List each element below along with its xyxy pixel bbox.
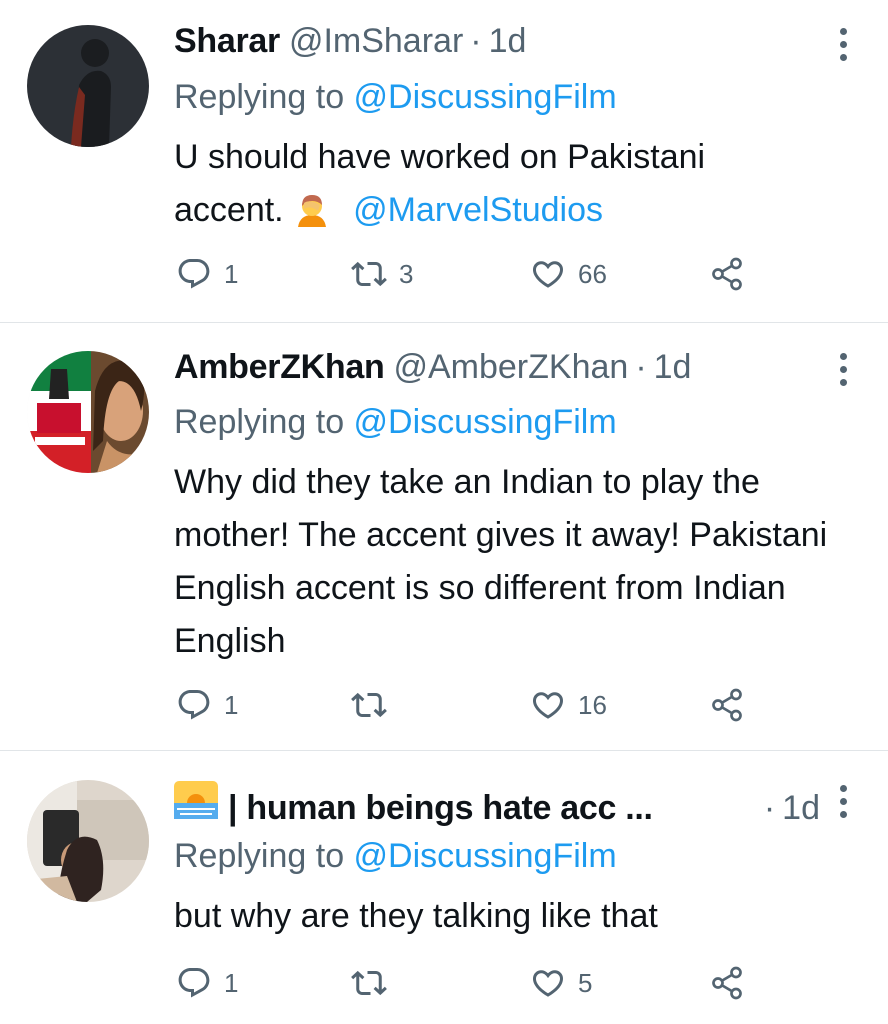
reply-icon [178,259,210,289]
tweet-text: U should have worked on Pakistani accent… [174,131,864,237]
share-button[interactable] [709,965,745,1001]
like-count: 66 [578,258,607,289]
tweet-header: | human beings hate acc ... · 1d [174,781,820,827]
like-button[interactable]: 66 [530,256,607,292]
reply-button[interactable]: 1 [176,687,238,723]
retweet-count: 3 [399,258,414,289]
share-icon [712,688,742,722]
tweet-header: AmberZKhan @AmberZKhan · 1d [174,348,691,388]
reply-icon [178,968,210,998]
timestamp[interactable]: 1d [489,22,527,61]
sunrise-emoji-icon [174,781,218,819]
display-name[interactable]: AmberZKhan [174,348,385,387]
retweet-button[interactable]: 3 [351,256,413,292]
tweet[interactable]: Sharar @ImSharar · 1d Replying to @Discu… [0,0,888,322]
share-button[interactable] [709,256,745,292]
tweet-text: Why did they take an Indian to play the … [174,463,828,660]
reply-button[interactable]: 1 [176,965,238,1001]
replying-prefix: Replying to [174,837,354,875]
retweet-icon [351,692,387,718]
tweet[interactable]: AmberZKhan @AmberZKhan · 1d Replying to … [0,323,888,750]
replying-to: Replying to @DiscussingFilm [174,837,617,876]
retweet-button[interactable] [351,687,399,723]
tweet-header: Sharar @ImSharar · 1d [174,22,526,62]
heart-icon [532,261,564,288]
reply-icon [178,690,210,720]
replying-prefix: Replying to [174,403,354,441]
replying-prefix: Replying to [174,78,354,116]
display-name[interactable]: Sharar [174,22,280,61]
like-button[interactable]: 16 [530,687,607,723]
reply-button[interactable]: 1 [176,256,238,292]
share-icon [712,257,742,291]
replying-to-mention[interactable]: @DiscussingFilm [354,837,617,875]
display-name[interactable]: | human beings hate acc ... [228,789,757,828]
tweet-text-line: accent. @MarvelStudios [174,184,864,237]
retweet-button[interactable] [351,965,399,1001]
like-count: 5 [578,967,593,998]
tweet-text: but why are they talking like that [174,897,658,935]
more-options-icon[interactable] [840,28,850,61]
person-facepalming-emoji-icon [294,190,330,227]
avatar[interactable] [27,351,149,473]
avatar[interactable] [27,25,149,147]
share-icon [712,966,742,1000]
like-count: 16 [578,689,607,720]
heart-icon [532,692,564,719]
reply-count: 1 [224,258,239,289]
user-handle[interactable]: @AmberZKhan [393,348,628,387]
retweet-icon [351,261,387,287]
separator-dot: · [470,22,482,60]
replying-to-mention[interactable]: @DiscussingFilm [354,78,617,116]
separator-dot: · [763,789,776,827]
separator-dot: · [635,348,647,386]
replying-to: Replying to @DiscussingFilm [174,403,617,442]
replying-to: Replying to @DiscussingFilm [174,78,617,117]
user-handle[interactable]: @ImSharar [289,22,463,61]
avatar[interactable] [27,780,149,902]
timestamp[interactable]: 1d [782,789,820,828]
tweet[interactable]: | human beings hate acc ... · 1d Replyin… [0,751,888,1024]
share-button[interactable] [709,687,745,723]
mention-link[interactable]: @MarvelStudios [353,191,603,229]
tweet-text-fragment: accent. [174,191,284,229]
more-options-icon[interactable] [840,785,850,818]
tweet-text-line: U should have worked on Pakistani [174,138,706,176]
heart-icon [532,970,564,997]
replying-to-mention[interactable]: @DiscussingFilm [354,403,617,441]
like-button[interactable]: 5 [530,965,592,1001]
retweet-icon [351,970,387,996]
reply-count: 1 [224,967,239,998]
timestamp[interactable]: 1d [654,348,692,387]
more-options-icon[interactable] [840,353,850,386]
reply-count: 1 [224,689,239,720]
